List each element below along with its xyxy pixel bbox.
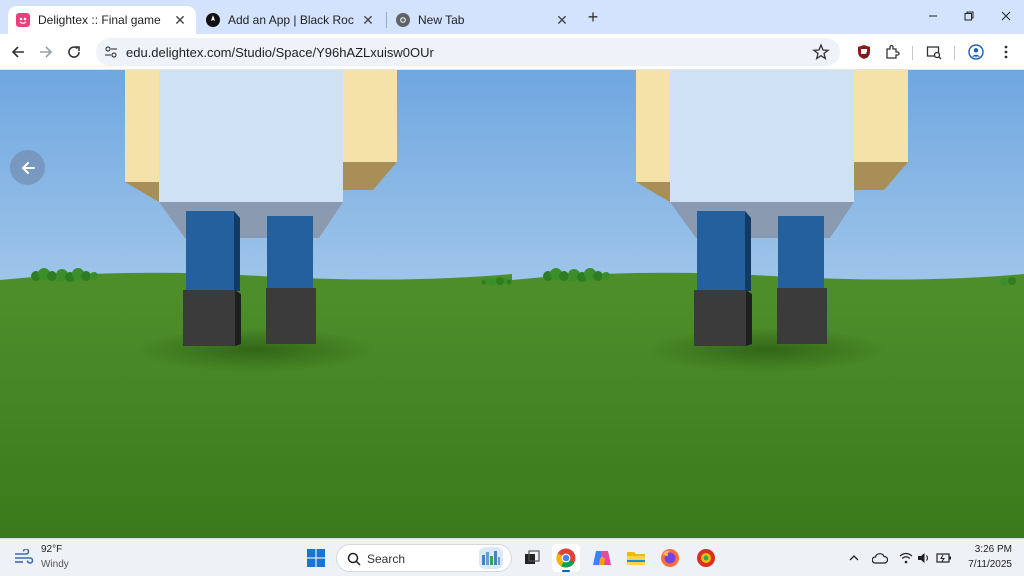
back-icon[interactable]	[6, 40, 30, 64]
app-icon[interactable]	[692, 544, 720, 572]
search-icon	[347, 552, 361, 566]
clock-time[interactable]: 3:26 PM	[972, 544, 1012, 555]
profile-icon[interactable]	[966, 42, 986, 62]
delightex-icon	[16, 13, 30, 27]
menu-dots-icon[interactable]	[996, 42, 1016, 62]
tab-title: Add an App | Black Rocket Arca	[228, 13, 354, 27]
wifi-icon[interactable]	[898, 550, 914, 566]
tab-black-rocket[interactable]: Add an App | Black Rocket Arca ✕	[198, 6, 384, 34]
tab-delightex[interactable]: Delightex :: Final game ✕	[8, 6, 196, 34]
chrome-taskbar-icon[interactable]	[552, 544, 580, 572]
chevron-up-icon[interactable]	[846, 550, 862, 566]
taskbar-search-box[interactable]: Search	[336, 544, 512, 572]
black-rocket-icon	[206, 13, 220, 27]
address-bar[interactable]: edu.delightex.com/Studio/Space/Y96hAZLxu…	[96, 38, 840, 66]
extension-shield-icon[interactable]: 4	[854, 42, 874, 62]
browser-toolbar: edu.delightex.com/Studio/Space/Y96hAZLxu…	[0, 34, 1024, 70]
site-settings-icon[interactable]	[104, 45, 118, 59]
file-explorer-icon[interactable]	[622, 544, 650, 572]
arrow-left-icon	[21, 161, 35, 174]
firefox-icon[interactable]	[656, 544, 684, 572]
tab-title: Delightex :: Final game	[38, 13, 161, 27]
restore-icon[interactable]	[958, 6, 980, 26]
task-view-icon[interactable]	[518, 544, 546, 572]
chrome-icon	[396, 13, 410, 27]
tab-close-icon[interactable]: ✕	[360, 12, 376, 28]
windows-start-icon[interactable]	[302, 544, 330, 572]
tab-title: New Tab	[418, 13, 465, 27]
ground-right	[512, 272, 1024, 538]
tab-close-icon[interactable]: ✕	[554, 12, 570, 28]
windy-weather-icon[interactable]	[14, 549, 34, 565]
bookmark-star-icon[interactable]	[812, 43, 830, 61]
ground-left	[0, 272, 512, 538]
minimize-icon[interactable]	[922, 6, 944, 26]
plus-icon[interactable]: +	[584, 8, 602, 26]
windows-taskbar: 92°F Windy Search 3:26 PM 7/11/2025	[0, 538, 1024, 576]
scene-back-button[interactable]	[10, 150, 45, 185]
toolbar-divider	[954, 46, 955, 60]
reload-icon[interactable]	[62, 40, 86, 64]
copilot-icon[interactable]	[588, 544, 616, 572]
volume-icon[interactable]	[916, 550, 932, 566]
toolbar-divider	[912, 46, 913, 60]
weather-temperature[interactable]: 92°F	[41, 544, 62, 555]
weather-description[interactable]: Windy	[41, 559, 69, 570]
clock-date[interactable]: 7/11/2025	[962, 559, 1012, 570]
delightex-viewport[interactable]	[0, 70, 1024, 538]
battery-icon[interactable]	[936, 550, 952, 566]
browser-tab-strip: Delightex :: Final game ✕ Add an App | B…	[0, 0, 1024, 34]
tab-close-icon[interactable]: ✕	[172, 12, 188, 28]
tab-new-tab[interactable]: New Tab ✕	[388, 6, 578, 34]
tab-search-icon[interactable]	[924, 42, 944, 62]
tab-divider	[386, 12, 387, 28]
search-placeholder: Search	[367, 552, 406, 566]
forward-icon[interactable]	[34, 40, 58, 64]
url-text: edu.delightex.com/Studio/Space/Y96hAZLxu…	[126, 45, 434, 60]
extension-badge: 4	[864, 51, 869, 60]
extensions-puzzle-icon[interactable]	[882, 42, 902, 62]
scene-canvas	[0, 70, 1024, 538]
close-icon[interactable]	[995, 6, 1017, 26]
search-highlight-icon	[479, 547, 503, 569]
onedrive-icon[interactable]	[872, 550, 888, 566]
